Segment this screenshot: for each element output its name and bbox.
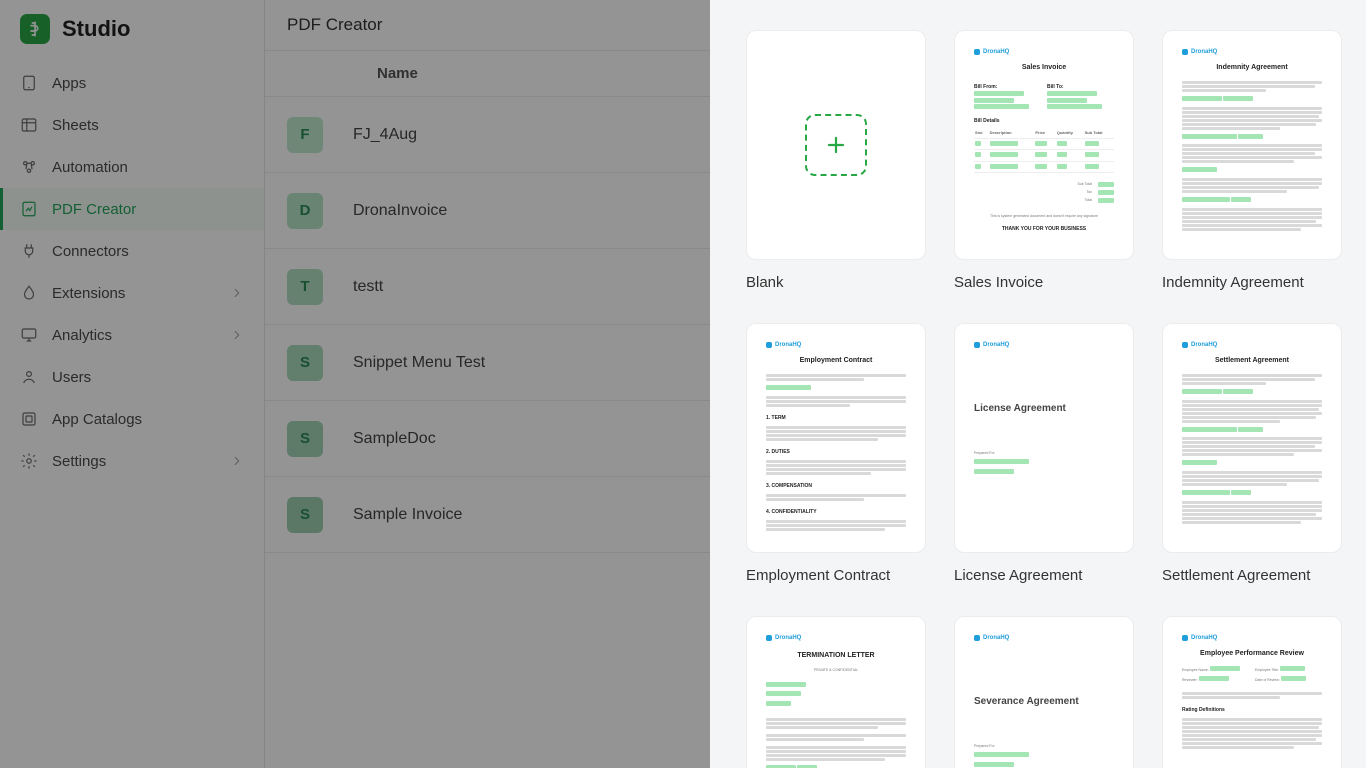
template-label: Settlement Agreement <box>1162 567 1342 584</box>
template-label: Indemnity Agreement <box>1162 274 1342 291</box>
template-card[interactable]: DronaHQSales InvoiceBill From:Bill To:Bi… <box>954 30 1134 260</box>
template-item: DronaHQEmployee Performance ReviewEmploy… <box>1162 616 1342 768</box>
template-card-blank[interactable] <box>746 30 926 260</box>
template-item: DronaHQSeverance AgreementPrepared For <box>954 616 1134 768</box>
template-card[interactable]: DronaHQSettlement Agreement <box>1162 323 1342 553</box>
template-label: License Agreement <box>954 567 1134 584</box>
template-drawer: Blank DronaHQSales InvoiceBill From:Bill … <box>710 0 1366 768</box>
template-label: Blank <box>746 274 926 291</box>
template-label: Employment Contract <box>746 567 926 584</box>
template-item: Blank <box>746 30 926 291</box>
template-card[interactable]: DronaHQTERMINATION LETTERPRIVATE & CONFI… <box>746 616 926 768</box>
template-item: DronaHQIndemnity Agreement Indemnity Agr… <box>1162 30 1342 291</box>
template-card[interactable]: DronaHQSeverance AgreementPrepared For <box>954 616 1134 768</box>
template-item: DronaHQEmployment Contract1. TERM2. DUTI… <box>746 323 926 584</box>
template-card[interactable]: DronaHQLicense AgreementPrepared For <box>954 323 1134 553</box>
template-item: DronaHQTERMINATION LETTERPRIVATE & CONFI… <box>746 616 926 768</box>
template-card[interactable]: DronaHQEmployment Contract1. TERM2. DUTI… <box>746 323 926 553</box>
plus-icon <box>805 114 867 176</box>
template-card[interactable]: DronaHQIndemnity Agreement <box>1162 30 1342 260</box>
template-item: DronaHQSettlement Agreement Settlement A… <box>1162 323 1342 584</box>
template-card[interactable]: DronaHQEmployee Performance ReviewEmploy… <box>1162 616 1342 768</box>
template-item: DronaHQLicense AgreementPrepared For Lice… <box>954 323 1134 584</box>
template-item: DronaHQSales InvoiceBill From:Bill To:Bi… <box>954 30 1134 291</box>
template-label: Sales Invoice <box>954 274 1134 291</box>
